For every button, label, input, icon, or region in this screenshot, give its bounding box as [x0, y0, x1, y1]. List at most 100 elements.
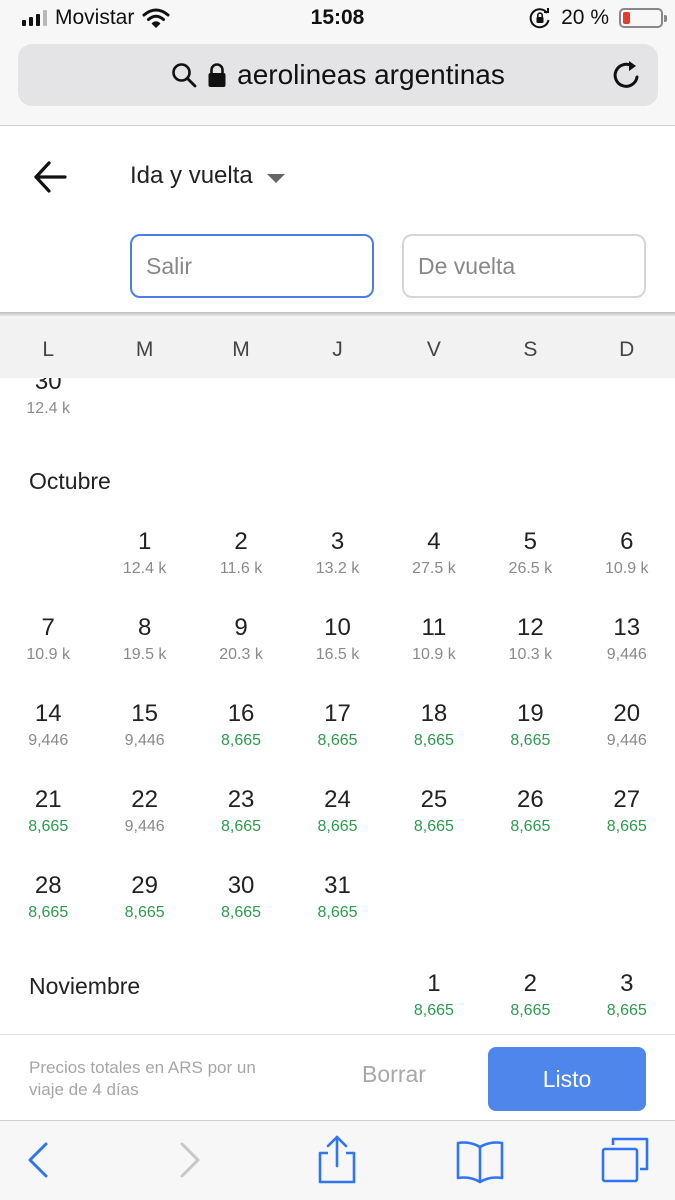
- calendar-day[interactable]: 28 8,665: [0, 872, 96, 942]
- calendar-day[interactable]: 2 8,665: [482, 970, 578, 1034]
- day-number: 29: [131, 872, 158, 899]
- day-price: 8,665: [124, 904, 165, 921]
- day-number: 15: [131, 700, 158, 727]
- calendar-day[interactable]: 30 8,665: [193, 872, 289, 942]
- weekday-label: S: [523, 338, 538, 361]
- day-number: 23: [227, 786, 255, 813]
- calendar-day[interactable]: 10 16.5 k: [289, 614, 385, 684]
- calendar-day[interactable]: 3 13.2 k: [289, 528, 385, 598]
- day-number: 4: [427, 528, 441, 555]
- month-title: Octubre: [29, 468, 111, 494]
- day-price: 16.5 k: [315, 646, 360, 663]
- weekday-label: J: [332, 338, 343, 361]
- calendar-day[interactable]: 20 9,446: [579, 700, 675, 770]
- calendar-day[interactable]: 15 9,446: [96, 700, 192, 770]
- weekday-label: M: [135, 338, 154, 361]
- day-price: 26.5 k: [508, 560, 553, 577]
- calendar-day[interactable]: 19 8,665: [482, 700, 578, 770]
- day-number: 14: [34, 700, 62, 727]
- day-number: 18: [420, 700, 448, 727]
- calendar-day[interactable]: 25 8,665: [386, 786, 482, 856]
- calendar-day[interactable]: 31 8,665: [289, 872, 385, 942]
- day-number: 28: [34, 872, 62, 899]
- weekday-header: L M M J V S D: [0, 318, 675, 378]
- tabs-icon[interactable]: [600, 1135, 650, 1185]
- calendar-day[interactable]: 26 8,665: [482, 786, 578, 856]
- day-price: 8,665: [510, 1002, 551, 1019]
- calendar-day[interactable]: 27 8,665: [579, 786, 675, 856]
- return-date-field[interactable]: [402, 234, 646, 298]
- share-icon[interactable]: [312, 1135, 362, 1185]
- calendar-day[interactable]: 21 8,665: [0, 786, 96, 856]
- browser-forward-icon[interactable]: [164, 1135, 214, 1185]
- calendar-day[interactable]: 12 10.3 k: [482, 614, 578, 684]
- calendar-day[interactable]: 4 27.5 k: [386, 528, 482, 598]
- day-price: 8,665: [413, 732, 454, 749]
- trip-type-dropdown[interactable]: Ida y vuelta: [130, 162, 285, 190]
- orientation-lock-icon: [529, 8, 550, 29]
- lock-icon: [208, 63, 226, 87]
- calendar-day[interactable]: 23 8,665: [193, 786, 289, 856]
- day-price: 9,446: [606, 646, 647, 663]
- day-number: 1: [427, 970, 441, 997]
- day-number: 24: [324, 786, 351, 813]
- price-note: Precios totales en ARS por un viaje de 4…: [29, 1058, 256, 1099]
- battery-percent: 20 %: [561, 6, 609, 29]
- calendar-grid: 30 12.4 k Octubre 1 12.4 k 2 11.6 k 3 13.2 k 4 27.…: [0, 378, 675, 1034]
- calendar-day[interactable]: 1 8,665: [386, 970, 482, 1034]
- weekday-label: L: [42, 338, 55, 361]
- day-number: 19: [517, 700, 544, 727]
- weekday-label: M: [232, 338, 250, 361]
- day-number: 1: [137, 528, 152, 555]
- day-number: 30: [227, 872, 255, 899]
- calendar-day[interactable]: 1 12.4 k: [96, 528, 192, 598]
- calendar-day[interactable]: 8 19.5 k: [96, 614, 192, 684]
- calendar-day[interactable]: 29 8,665: [96, 872, 192, 942]
- day-price: 10.3 k: [508, 646, 553, 663]
- day-price: 8,665: [317, 818, 358, 835]
- weekday-label: V: [426, 338, 441, 361]
- calendar-day[interactable]: 18 8,665: [386, 700, 482, 770]
- done-button[interactable]: Listo: [488, 1047, 646, 1111]
- calendar-day[interactable]: 6 10.9 k: [579, 528, 675, 598]
- day-price: 8,665: [28, 818, 69, 835]
- status-bar: Movistar 15:08 20 %: [0, 0, 675, 38]
- calendar-day[interactable]: 2 11.6 k: [193, 528, 289, 598]
- day-number: 9: [234, 614, 248, 641]
- day-price: 13.2 k: [315, 560, 360, 577]
- day-number: 13: [613, 614, 641, 641]
- browser-back-icon[interactable]: [14, 1135, 64, 1185]
- clear-button[interactable]: Borrar: [346, 1061, 442, 1088]
- calendar-day[interactable]: 5 26.5 k: [482, 528, 578, 598]
- bookmarks-icon[interactable]: [455, 1135, 505, 1185]
- calendar-day[interactable]: 9 20.3 k: [193, 614, 289, 684]
- day-price: 8,665: [28, 904, 69, 921]
- back-arrow-icon[interactable]: [32, 160, 68, 194]
- day-price: 9,446: [606, 732, 647, 749]
- calendar-day[interactable]: 16 8,665: [193, 700, 289, 770]
- day-price: 8,665: [510, 732, 551, 749]
- day-price: 8,665: [413, 1002, 454, 1019]
- day-price: 8,665: [221, 904, 262, 921]
- day-price: 12.4 k: [122, 560, 167, 577]
- calendar-day[interactable]: 30 12.4 k: [0, 378, 96, 438]
- day-price: 12.4 k: [26, 400, 70, 417]
- day-price: 11.6 k: [219, 560, 263, 577]
- day-price: 10.9 k: [604, 560, 649, 577]
- calendar-day[interactable]: 14 9,446: [0, 700, 96, 770]
- calendar-day[interactable]: 13 9,446: [579, 614, 675, 684]
- calendar-day[interactable]: 24 8,665: [289, 786, 385, 856]
- reload-icon[interactable]: [610, 58, 644, 92]
- calendar-day[interactable]: 3 8,665: [579, 970, 675, 1034]
- day-price: 8,665: [317, 732, 358, 749]
- day-price: 27.5 k: [412, 560, 456, 577]
- calendar-day[interactable]: 7 10.9 k: [0, 614, 96, 684]
- day-number: 2: [523, 970, 538, 997]
- calendar-day[interactable]: 22 9,446: [96, 786, 192, 856]
- address-bar[interactable]: aerolineas argentinas: [18, 44, 658, 106]
- calendar-day[interactable]: 11 10.9 k: [386, 614, 482, 684]
- calendar-day[interactable]: 17 8,665: [289, 700, 385, 770]
- search-icon: [172, 63, 197, 88]
- day-price: 10.9 k: [26, 646, 70, 663]
- depart-date-field[interactable]: [130, 234, 374, 298]
